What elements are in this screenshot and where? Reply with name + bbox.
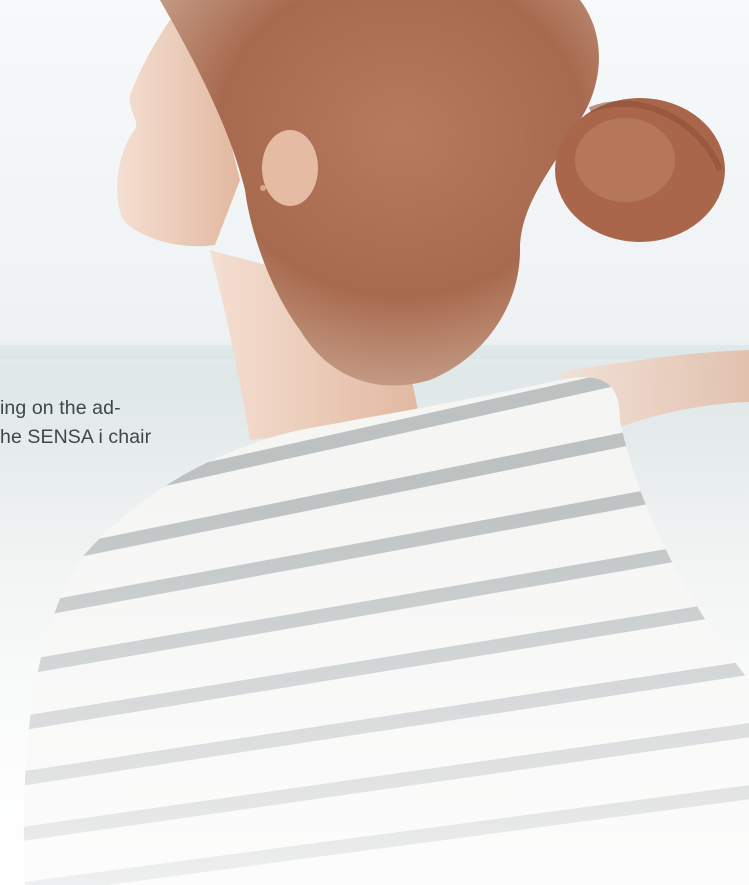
caption-line-1: ing on the ad-: [0, 397, 121, 419]
caption-text: ing on the ad- he SENSA i chair: [0, 394, 151, 452]
caption-line-2: he SENSA i chair: [0, 426, 152, 448]
